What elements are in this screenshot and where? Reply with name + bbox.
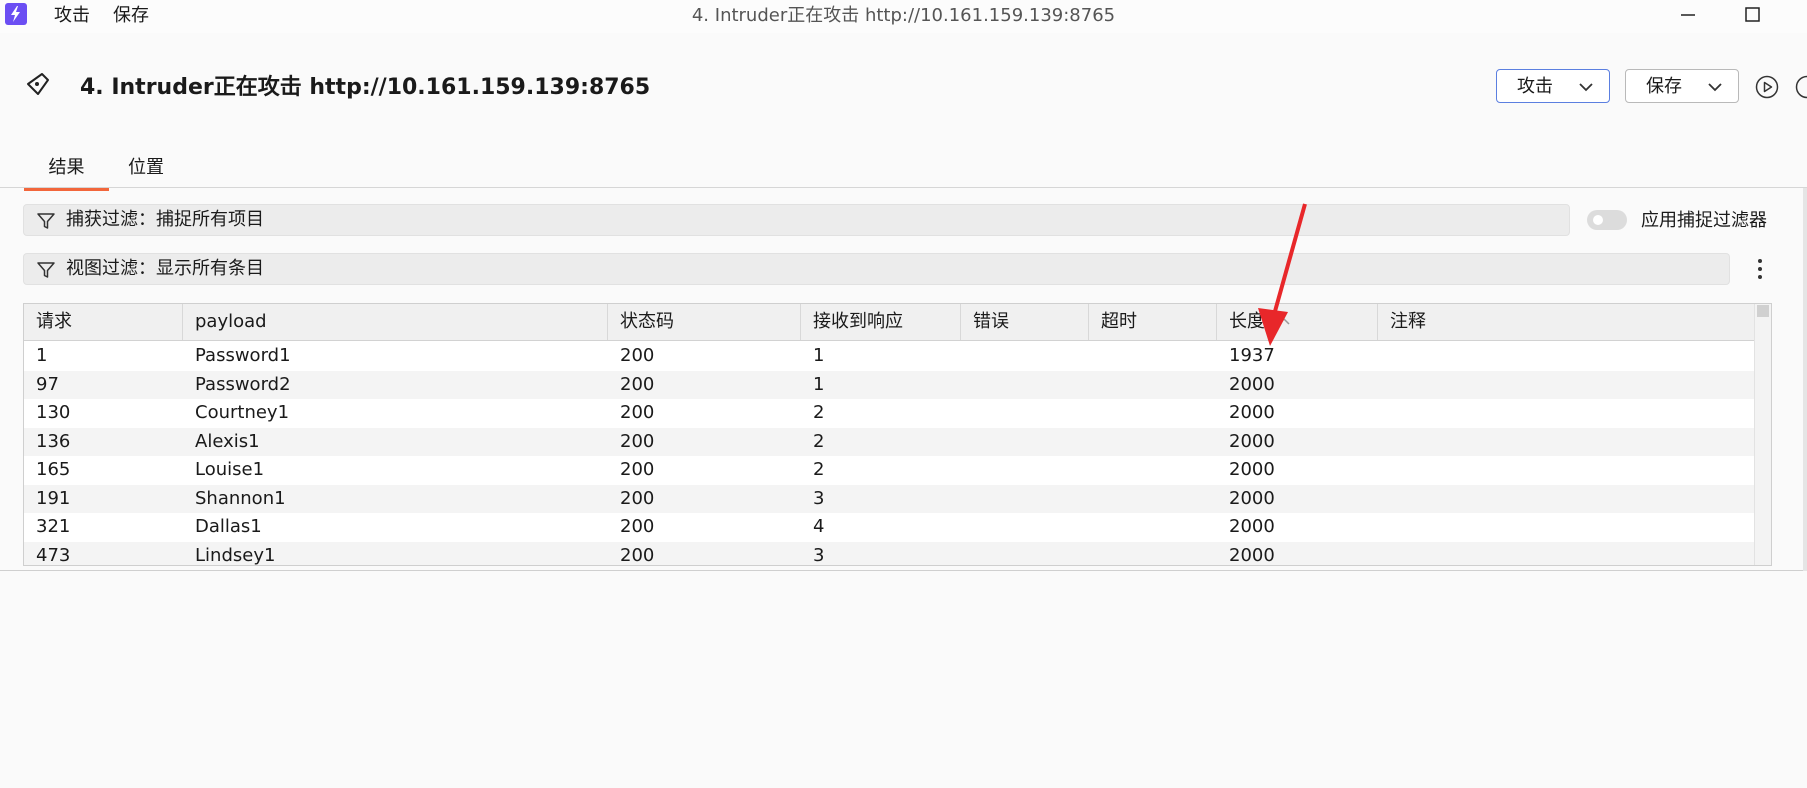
help-icon[interactable] xyxy=(1795,75,1807,99)
cell-length: 2000 xyxy=(1229,516,1275,537)
column-header-timeout[interactable]: 超时 xyxy=(1089,304,1217,340)
table-row[interactable]: 136 Alexis1 200 2 2000 xyxy=(24,427,1756,456)
cell-status: 200 xyxy=(620,544,655,566)
cell-length: 2000 xyxy=(1229,544,1275,566)
column-header-payload[interactable]: payload xyxy=(183,304,608,340)
cell-request: 130 xyxy=(36,402,71,423)
cell-length: 2000 xyxy=(1229,430,1275,452)
resume-play-icon[interactable] xyxy=(1755,75,1779,99)
page-title: 4. Intruder正在攻击 http://10.161.159.139:87… xyxy=(80,75,651,100)
cell-status: 200 xyxy=(620,516,655,537)
cell-status: 200 xyxy=(620,373,655,395)
cell-payload: Lindsey1 xyxy=(195,544,276,566)
filter-icon xyxy=(37,213,55,229)
cell-length: 2000 xyxy=(1229,459,1275,480)
cell-length: 2000 xyxy=(1229,402,1275,423)
table-row[interactable]: 130 Courtney1 200 2 2000 xyxy=(24,399,1756,428)
panel-divider xyxy=(0,570,1807,571)
column-header-response-received[interactable]: 接收到响应 xyxy=(801,304,961,340)
capture-filter-label: 捕获过滤：捕捉所有项目 xyxy=(66,209,264,230)
cell-request: 136 xyxy=(36,430,71,452)
cell-response-received: 2 xyxy=(813,430,825,452)
filter-icon xyxy=(37,262,55,278)
chevron-down-icon xyxy=(1579,70,1593,116)
right-panel-edge xyxy=(1803,188,1807,571)
maximize-icon xyxy=(1745,7,1760,22)
table-row[interactable]: 191 Shannon1 200 3 2000 xyxy=(24,484,1756,513)
cell-payload: Alexis1 xyxy=(195,430,260,452)
table-row[interactable]: 1 Password1 200 1 1937 xyxy=(24,342,1756,371)
cell-payload: Louise1 xyxy=(195,459,265,480)
column-header-request[interactable]: 请求 xyxy=(24,304,183,340)
cell-payload: Shannon1 xyxy=(195,487,286,509)
scrollbar-thumb[interactable] xyxy=(1757,305,1769,317)
cell-payload: Dallas1 xyxy=(195,516,262,537)
save-button-label: 保存 xyxy=(1646,76,1682,97)
column-header-status[interactable]: 状态码 xyxy=(608,304,801,340)
view-filter-label: 视图过滤：显示所有条目 xyxy=(66,258,264,279)
view-filter-bar[interactable]: 视图过滤：显示所有条目 xyxy=(23,253,1730,285)
cell-response-received: 1 xyxy=(813,373,825,395)
attack-dropdown-button[interactable]: 攻击 xyxy=(1496,69,1610,103)
more-options-icon[interactable] xyxy=(1748,255,1772,283)
cell-response-received: 2 xyxy=(813,402,825,423)
intruder-back-icon[interactable] xyxy=(24,70,52,98)
table-row[interactable]: 473 Lindsey1 200 3 2000 xyxy=(24,541,1756,566)
save-dropdown-button[interactable]: 保存 xyxy=(1625,69,1739,103)
annotation-arrow-icon xyxy=(1258,203,1307,346)
cell-request: 473 xyxy=(36,544,71,566)
apply-capture-filter-label: 应用捕捉过滤器 xyxy=(1641,210,1767,231)
cell-status: 200 xyxy=(620,459,655,480)
cell-status: 200 xyxy=(620,402,655,423)
window-title: 4. Intruder正在攻击 http://10.161.159.139:87… xyxy=(691,5,1116,26)
cell-length: 2000 xyxy=(1229,487,1275,509)
cell-payload: Password2 xyxy=(195,373,291,395)
column-header-error[interactable]: 错误 xyxy=(961,304,1089,340)
table-scrollbar[interactable] xyxy=(1754,304,1771,565)
minimize-button[interactable] xyxy=(1665,0,1711,30)
minimize-icon xyxy=(1681,14,1695,16)
chevron-down-icon xyxy=(1708,70,1722,116)
cell-request: 321 xyxy=(36,516,71,537)
cell-response-received: 2 xyxy=(813,459,825,480)
cell-request: 165 xyxy=(36,459,71,480)
table-header: 请求 payload 状态码 接收到响应 错误 超时 长度 注释 xyxy=(24,304,1756,341)
maximize-button[interactable] xyxy=(1730,0,1776,30)
cell-payload: Courtney1 xyxy=(195,402,290,423)
tab-positions[interactable]: 位置 xyxy=(128,156,164,188)
cell-response-received: 1 xyxy=(813,345,825,366)
cell-response-received: 3 xyxy=(813,544,825,566)
table-row[interactable]: 321 Dallas1 200 4 2000 xyxy=(24,513,1756,542)
table-row[interactable]: 97 Password2 200 1 2000 xyxy=(24,370,1756,399)
column-header-comment[interactable]: 注释 xyxy=(1378,304,1756,340)
results-table: 请求 payload 状态码 接收到响应 错误 超时 长度 注释 1 Passwo… xyxy=(23,303,1772,566)
cell-payload: Password1 xyxy=(195,345,291,366)
attack-button-label: 攻击 xyxy=(1517,76,1553,97)
tabs-divider xyxy=(0,187,1807,188)
table-row[interactable]: 165 Louise1 200 2 2000 xyxy=(24,456,1756,485)
capture-filter-bar[interactable]: 捕获过滤：捕捉所有项目 xyxy=(23,204,1570,236)
cell-response-received: 4 xyxy=(813,516,825,537)
cell-request: 97 xyxy=(36,373,59,395)
cell-status: 200 xyxy=(620,430,655,452)
cell-status: 200 xyxy=(620,487,655,509)
cell-status: 200 xyxy=(620,345,655,366)
cell-length: 2000 xyxy=(1229,373,1275,395)
cell-request: 191 xyxy=(36,487,71,509)
tab-results[interactable]: 结果 xyxy=(24,156,109,191)
cell-response-received: 3 xyxy=(813,487,825,509)
cell-request: 1 xyxy=(36,345,48,366)
toggle-knob xyxy=(1593,215,1603,225)
